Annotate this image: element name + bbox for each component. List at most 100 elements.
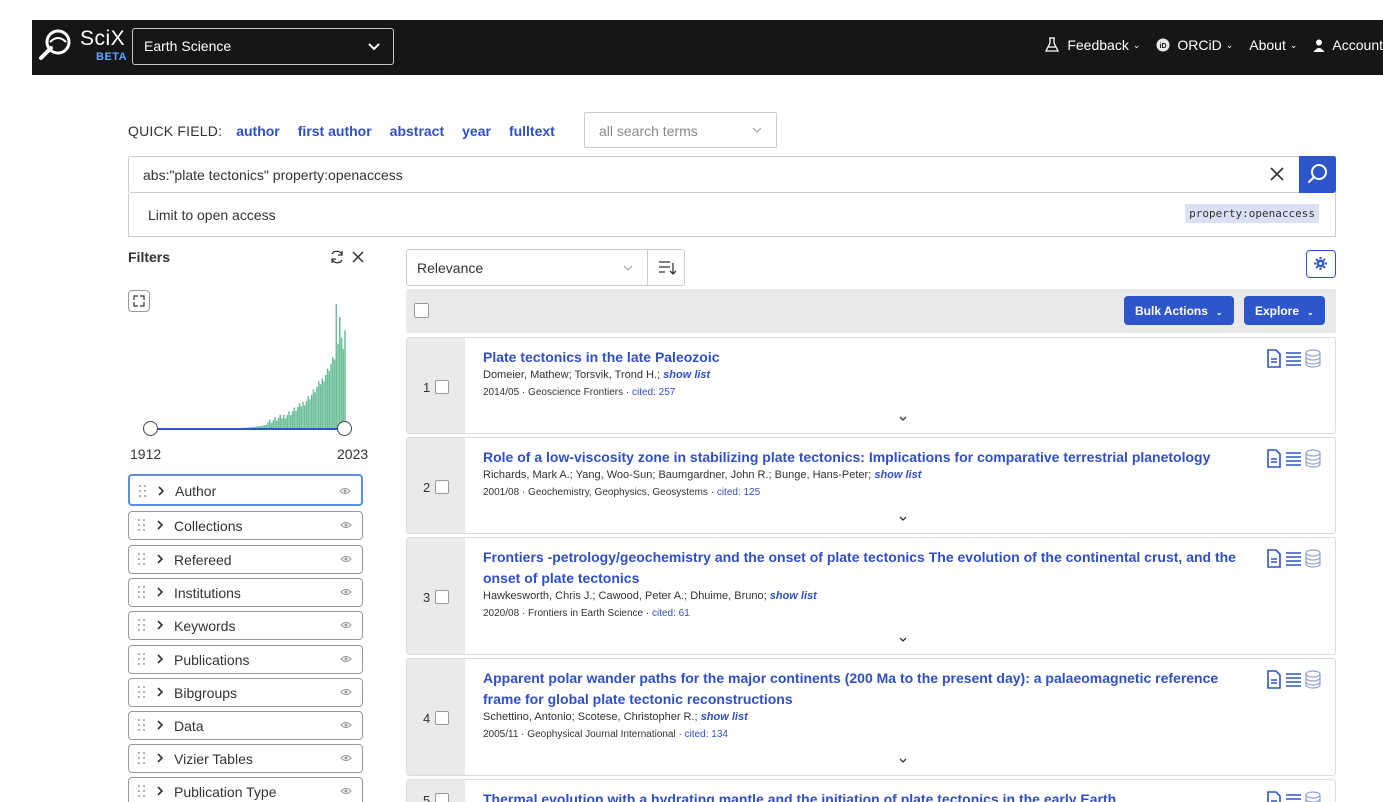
- document-icon[interactable]: [1266, 791, 1282, 802]
- eye-icon[interactable]: [340, 520, 352, 530]
- search-suggestion[interactable]: Limit to open access property:openaccess: [128, 193, 1336, 237]
- expand-abstract-icon[interactable]: [897, 636, 909, 644]
- result-cited-count[interactable]: cited: 257: [632, 387, 675, 398]
- show-list-link[interactable]: show list: [701, 711, 748, 723]
- document-icon[interactable]: [1266, 670, 1282, 689]
- document-icon[interactable]: [1266, 349, 1282, 368]
- separator-dot: ·: [623, 387, 632, 398]
- close-icon[interactable]: [1267, 164, 1287, 184]
- drag-handle-icon[interactable]: [137, 518, 147, 532]
- eye-icon[interactable]: [340, 654, 352, 664]
- document-icon[interactable]: [1266, 449, 1282, 468]
- nav-account[interactable]: Account: [1313, 37, 1383, 53]
- drag-handle-icon[interactable]: [137, 784, 147, 798]
- eye-icon[interactable]: [340, 786, 352, 796]
- facet-author[interactable]: Author: [128, 474, 363, 506]
- eye-icon[interactable]: [340, 620, 352, 630]
- expand-abstract-icon[interactable]: [897, 515, 909, 523]
- eye-icon[interactable]: [339, 486, 351, 496]
- discipline-select[interactable]: Earth Science: [132, 28, 394, 65]
- result-title[interactable]: Frontiers -petrology/geochemistry and th…: [483, 547, 1253, 589]
- facet-keywords[interactable]: Keywords: [128, 611, 363, 640]
- result-checkbox[interactable]: [435, 480, 449, 494]
- sort-direction-button[interactable]: [647, 249, 685, 286]
- all-search-terms-select[interactable]: all search terms: [584, 112, 777, 148]
- expand-graph-button[interactable]: [128, 290, 150, 312]
- show-list-link[interactable]: show list: [874, 469, 921, 481]
- explore-button[interactable]: Explore ⌄: [1244, 296, 1325, 325]
- scix-logo[interactable]: SciX BETA: [36, 26, 128, 66]
- result-cited-count[interactable]: cited: 134: [685, 729, 728, 740]
- search-input[interactable]: abs:"plate tectonics" property:openacces…: [143, 167, 403, 183]
- database-icon[interactable]: [1305, 670, 1321, 689]
- result-cited-count[interactable]: cited: 61: [652, 608, 690, 619]
- discipline-value: Earth Science: [144, 38, 232, 54]
- facet-institutions[interactable]: Institutions: [128, 578, 363, 607]
- search-box[interactable]: abs:"plate tectonics" property:openacces…: [128, 156, 1336, 193]
- refresh-icon[interactable]: [329, 249, 345, 265]
- chevron-down-icon: ⌄: [1307, 308, 1314, 317]
- list-icon[interactable]: [1285, 349, 1302, 368]
- show-list-link[interactable]: show list: [663, 369, 710, 381]
- database-icon[interactable]: [1305, 549, 1321, 568]
- nav-feedback[interactable]: Feedback ⌄: [1044, 37, 1140, 53]
- sort-select[interactable]: Relevance: [406, 249, 648, 286]
- drag-handle-icon[interactable]: [137, 718, 147, 732]
- eye-icon[interactable]: [340, 687, 352, 697]
- list-icon[interactable]: [1285, 670, 1302, 689]
- eye-icon[interactable]: [340, 720, 352, 730]
- result-title[interactable]: Role of a low-viscosity zone in stabiliz…: [483, 447, 1253, 468]
- separator-dot: ·: [518, 729, 528, 740]
- quick-field-year[interactable]: year: [462, 123, 491, 139]
- database-icon[interactable]: [1305, 349, 1321, 368]
- facet-refereed[interactable]: Refereed: [128, 545, 363, 574]
- drag-handle-icon[interactable]: [137, 652, 147, 666]
- drag-handle-icon[interactable]: [137, 618, 147, 632]
- result-checkbox[interactable]: [435, 793, 449, 802]
- year-range-max-handle[interactable]: [337, 421, 352, 436]
- result-title[interactable]: Thermal evolution with a hydrating mantl…: [483, 789, 1253, 802]
- quick-field-abstract[interactable]: abstract: [390, 123, 444, 139]
- histogram-bar: [304, 405, 306, 429]
- bulk-actions-button[interactable]: Bulk Actions ⌄: [1124, 296, 1234, 325]
- result-checkbox[interactable]: [435, 711, 449, 725]
- drag-handle-icon[interactable]: [137, 751, 147, 765]
- expand-abstract-icon[interactable]: [897, 757, 909, 765]
- nav-orcid[interactable]: iD ORCiD ⌄: [1156, 37, 1233, 53]
- facet-publications[interactable]: Publications: [128, 645, 363, 674]
- database-icon[interactable]: [1305, 449, 1321, 468]
- select-all-checkbox[interactable]: [414, 303, 429, 318]
- list-icon[interactable]: [1285, 449, 1302, 468]
- facet-bibgroups[interactable]: Bibgroups: [128, 678, 363, 707]
- list-icon[interactable]: [1285, 791, 1302, 802]
- eye-icon[interactable]: [340, 587, 352, 597]
- show-list-link[interactable]: show list: [770, 590, 817, 602]
- document-icon[interactable]: [1266, 549, 1282, 568]
- result-title[interactable]: Plate tectonics in the late Paleozoic: [483, 347, 1253, 368]
- eye-icon[interactable]: [340, 554, 352, 564]
- result-cited-count[interactable]: cited: 125: [717, 487, 760, 498]
- eye-icon[interactable]: [340, 753, 352, 763]
- quick-field-author[interactable]: author: [236, 123, 280, 139]
- facet-collections[interactable]: Collections: [128, 511, 363, 540]
- quick-field-fulltext[interactable]: fulltext: [509, 123, 555, 139]
- drag-handle-icon[interactable]: [138, 484, 148, 498]
- nav-about[interactable]: About ⌄: [1249, 37, 1297, 53]
- drag-handle-icon[interactable]: [137, 685, 147, 699]
- facet-vizier-tables[interactable]: Vizier Tables: [128, 744, 363, 773]
- list-icon[interactable]: [1285, 549, 1302, 568]
- facet-publication-type[interactable]: Publication Type: [128, 777, 363, 802]
- database-icon[interactable]: [1305, 791, 1321, 802]
- quick-field-first-author[interactable]: first author: [298, 123, 372, 139]
- expand-abstract-icon[interactable]: [897, 415, 909, 423]
- close-icon[interactable]: [350, 249, 366, 265]
- results-settings-button[interactable]: [1306, 250, 1336, 278]
- drag-handle-icon[interactable]: [137, 585, 147, 599]
- result-checkbox[interactable]: [435, 380, 449, 394]
- result-title[interactable]: Apparent polar wander paths for the majo…: [483, 668, 1253, 710]
- year-range-min-handle[interactable]: [143, 421, 158, 436]
- result-checkbox[interactable]: [435, 590, 449, 604]
- drag-handle-icon[interactable]: [137, 552, 147, 566]
- search-button[interactable]: [1299, 156, 1336, 193]
- facet-data[interactable]: Data: [128, 711, 363, 740]
